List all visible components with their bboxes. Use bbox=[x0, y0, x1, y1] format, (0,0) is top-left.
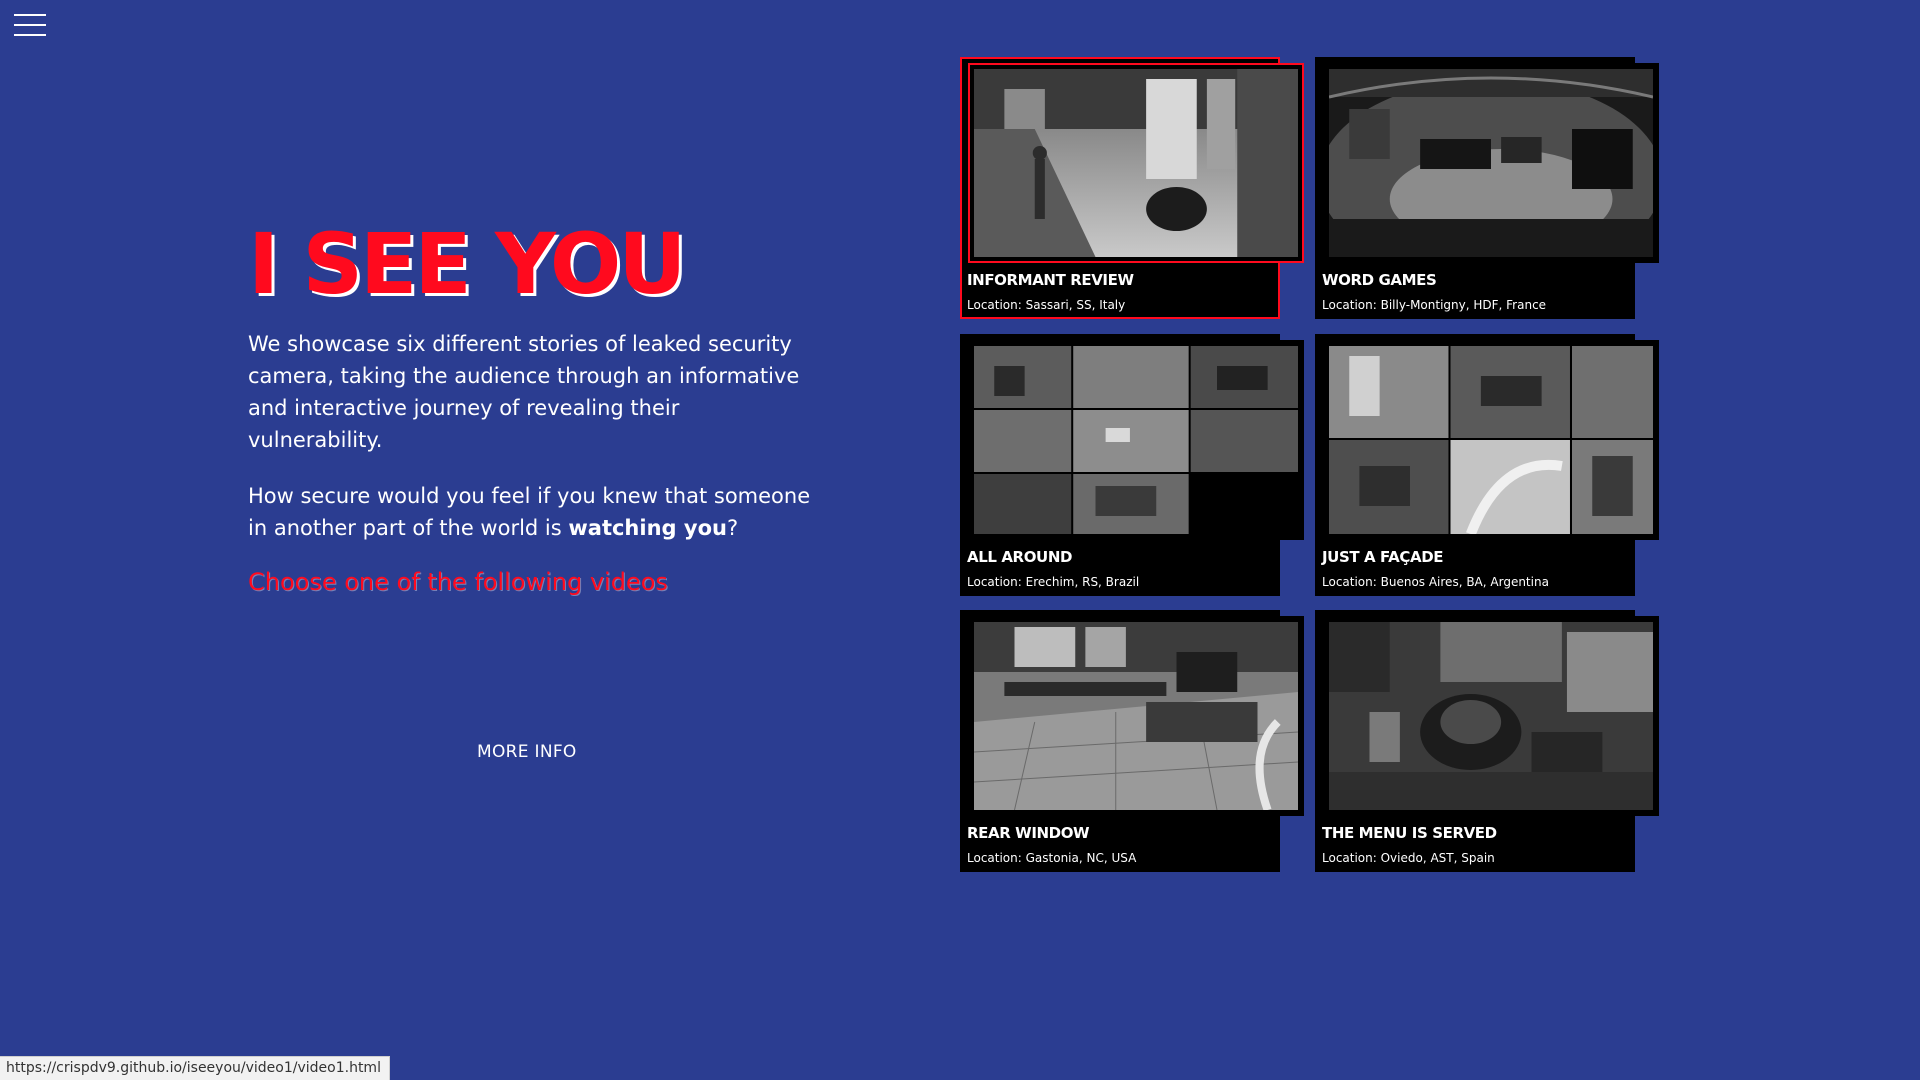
video-location: Location: Erechim, RS, Brazil bbox=[967, 575, 1140, 589]
video-location: Location: Gastonia, NC, USA bbox=[967, 851, 1137, 865]
video-title: JUST A FAÇADE bbox=[1322, 548, 1444, 566]
video-title: REAR WINDOW bbox=[967, 824, 1090, 842]
page-title: I SEE YOU bbox=[248, 215, 686, 313]
video-card-informant-review[interactable]: INFORMANT REVIEW Location: Sassari, SS, … bbox=[960, 57, 1304, 319]
video-card-word-games[interactable]: WORD GAMES Location: Billy-Montigny, HDF… bbox=[1315, 57, 1659, 319]
hero-section: I SEE YOU We showcase six different stor… bbox=[248, 222, 818, 596]
video-location: Location: Sassari, SS, Italy bbox=[967, 298, 1126, 312]
cctv-cafe-counter-image bbox=[974, 69, 1298, 257]
cctv-restaurant-floor-image bbox=[974, 622, 1298, 810]
hero-question: How secure would you feel if you knew th… bbox=[248, 480, 818, 544]
hamburger-menu-icon-line bbox=[14, 34, 46, 36]
video-card-all-around[interactable]: ALL AROUND Location: Erechim, RS, Brazil bbox=[960, 334, 1304, 596]
video-title: INFORMANT REVIEW bbox=[967, 271, 1134, 289]
video-card-the-menu-is-served[interactable]: THE MENU IS SERVED Location: Oviedo, AST… bbox=[1315, 610, 1659, 872]
video-thumbnail[interactable] bbox=[968, 616, 1304, 816]
video-thumbnail[interactable] bbox=[1323, 340, 1659, 540]
video-thumbnail[interactable] bbox=[1323, 63, 1659, 263]
cctv-multi-view-grid-image bbox=[974, 346, 1298, 534]
video-location: Location: Buenos Aires, BA, Argentina bbox=[1322, 575, 1549, 589]
video-card-rear-window[interactable]: REAR WINDOW Location: Gastonia, NC, USA bbox=[960, 610, 1304, 872]
status-bar-url: https://crispdv9.github.io/iseeyou/video… bbox=[0, 1056, 390, 1080]
cctv-quad-view-image bbox=[1329, 346, 1653, 534]
hamburger-menu-button[interactable] bbox=[14, 14, 46, 38]
cctv-desk-overhead-image bbox=[1329, 622, 1653, 810]
video-title: THE MENU IS SERVED bbox=[1322, 824, 1497, 842]
hero-question-suffix: ? bbox=[726, 516, 739, 540]
video-title: ALL AROUND bbox=[967, 548, 1073, 566]
hamburger-menu-icon-line bbox=[14, 24, 46, 26]
choose-video-prompt: Choose one of the following videos bbox=[248, 568, 668, 596]
hamburger-menu-icon bbox=[14, 14, 46, 16]
hero-question-emphasis: watching you bbox=[568, 516, 727, 540]
more-info-link[interactable]: MORE INFO bbox=[477, 742, 577, 762]
video-location: Location: Oviedo, AST, Spain bbox=[1322, 851, 1495, 865]
video-title: WORD GAMES bbox=[1322, 271, 1437, 289]
video-location: Location: Billy-Montigny, HDF, France bbox=[1322, 298, 1547, 312]
video-card-just-a-facade[interactable]: JUST A FAÇADE Location: Buenos Aires, BA… bbox=[1315, 334, 1659, 596]
cctv-garage-fisheye-image bbox=[1329, 69, 1653, 257]
video-thumbnail[interactable] bbox=[968, 63, 1304, 263]
hero-description: We showcase six different stories of lea… bbox=[248, 332, 800, 452]
video-thumbnail[interactable] bbox=[1323, 616, 1659, 816]
video-thumbnail[interactable] bbox=[968, 340, 1304, 540]
